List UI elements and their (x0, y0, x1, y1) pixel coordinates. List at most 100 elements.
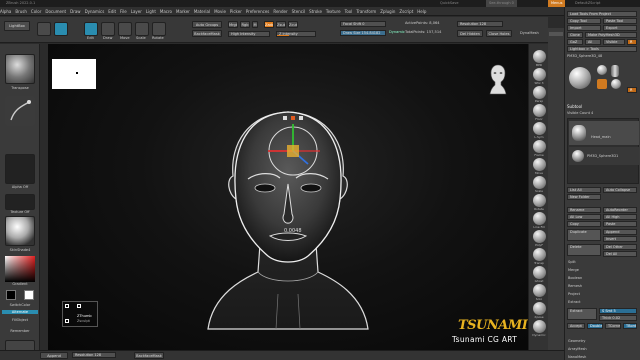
rgb-intensity-slider[interactable]: High Intensity (228, 31, 270, 37)
seethrough-slider[interactable]: See-through 0 (486, 0, 517, 7)
auto-groups-button[interactable]: Auto Groups (192, 21, 222, 28)
menu-material[interactable]: Material (194, 9, 210, 14)
shelf-floor-button[interactable] (533, 104, 546, 117)
m-button[interactable]: M (252, 21, 258, 28)
rgb-button[interactable]: Rgb (240, 21, 250, 28)
shelf-rotate-button[interactable] (533, 194, 546, 207)
menu-preferences[interactable]: Preferences (246, 9, 270, 14)
project-section[interactable]: Project (568, 292, 580, 296)
menus-toggle[interactable]: Menus (548, 0, 566, 7)
del-other-button[interactable]: Del Other (603, 244, 637, 250)
color-picker[interactable] (5, 256, 35, 282)
tborder-button[interactable]: TBorder (623, 323, 637, 329)
list-all-button[interactable]: List All (567, 187, 601, 193)
shelf-polyf-button[interactable] (533, 230, 546, 243)
menu-draw[interactable]: Draw (70, 9, 80, 14)
bottom-append-button[interactable]: Append (40, 352, 68, 359)
shelf-bpr-button[interactable] (533, 50, 546, 63)
menu-light[interactable]: Light (146, 9, 156, 14)
texture-slot[interactable] (5, 194, 35, 210)
shelf-solo-button[interactable] (533, 284, 546, 297)
zadd-button[interactable]: Zadd (264, 21, 274, 28)
dynamesh-toggle[interactable] (549, 32, 563, 36)
append-button[interactable]: Append (603, 229, 637, 235)
shelf-l-sym-button[interactable] (533, 122, 546, 135)
menu-zplugin[interactable]: Zplugin (380, 9, 395, 14)
menu-picker[interactable]: Picker (230, 9, 242, 14)
secondary-color-swatch[interactable] (24, 290, 34, 300)
menu-marker[interactable]: Marker (176, 9, 190, 14)
geometry-section[interactable]: Geometry (568, 339, 585, 343)
tool-thumb-simplebrush-icon[interactable] (597, 79, 607, 89)
menu-zscript[interactable]: Zscript (399, 9, 413, 14)
menu-edit[interactable]: Edit (108, 9, 116, 14)
brush-icon[interactable] (5, 96, 35, 126)
menu-macro[interactable]: Macro (160, 9, 172, 14)
navigator-thumbnail[interactable] (52, 59, 96, 89)
menu-render[interactable]: Render (273, 9, 287, 14)
export-button[interactable]: Export (603, 25, 637, 31)
bottom-resolution-slider[interactable]: Resolution 128 (72, 352, 116, 358)
copy-tool-button[interactable]: Copy Tool (567, 18, 601, 24)
shelf-ghost-button[interactable] (533, 266, 546, 279)
auto-reorder-button[interactable]: AutoReorder (603, 207, 637, 213)
copy-button[interactable]: Copy (567, 221, 601, 227)
mrgb-button[interactable]: Mrgb (228, 21, 238, 28)
menu-file[interactable]: File (120, 9, 127, 14)
make-polymesh-button[interactable]: Make PolyMesh3D (585, 32, 637, 38)
duplicate-button[interactable]: Duplicate (567, 229, 601, 241)
close-holes-button[interactable]: Close Holes (486, 30, 512, 37)
shelf-scale-button[interactable] (533, 176, 546, 189)
rotate-mode-icon[interactable] (152, 22, 166, 36)
menu-movie[interactable]: Movie (214, 9, 226, 14)
menu-color[interactable]: Color (31, 9, 41, 14)
switch-color-label[interactable]: SwitchColor (2, 303, 38, 307)
extract-section[interactable]: Extract (568, 300, 581, 304)
s-smt-slider[interactable]: S Smt 5 (599, 308, 637, 314)
clone-button[interactable]: Clone (567, 32, 583, 38)
edit-mode-icon[interactable] (84, 22, 98, 36)
shelf-line-fill-button[interactable] (533, 212, 546, 225)
auto-collapse-button[interactable]: Auto Collapse (603, 187, 637, 193)
accept-button[interactable]: Accept (567, 323, 585, 329)
focal-shift-slider[interactable]: Focal Shift 0 (340, 21, 386, 27)
subtool-row-2[interactable]: PM3D_Sphere3D1 (569, 147, 639, 165)
rename-button[interactable]: Rename (567, 207, 601, 213)
goz-button[interactable]: GoZ (567, 39, 583, 45)
alternate-button[interactable]: Alternate (2, 310, 38, 314)
subtool-title[interactable]: Subtool (567, 104, 582, 109)
alpha-slot[interactable] (5, 154, 35, 184)
menu-dynamics[interactable]: Dynamics (85, 9, 105, 14)
draw-mode-icon[interactable] (101, 22, 115, 36)
fill-object-label[interactable]: FillObject (2, 318, 38, 322)
menu-stroke[interactable]: Stroke (309, 9, 322, 14)
current-tool-sphere-icon[interactable] (569, 67, 591, 89)
paste-tool-button[interactable]: Paste Tool (603, 18, 637, 24)
del-hidden-button[interactable]: Del Hidden (457, 30, 483, 37)
projection-master-icon[interactable] (37, 22, 51, 36)
tool-thumb-cylinder-icon[interactable] (611, 65, 619, 77)
zsub-button[interactable]: Zsub (276, 21, 286, 28)
r-button-2[interactable]: R (627, 87, 637, 93)
quicksave-label[interactable]: QuickSave (440, 0, 459, 7)
scale-mode-icon[interactable] (135, 22, 149, 36)
nanomesh-section[interactable]: NanoMesh (568, 355, 586, 359)
shelf-persp-button[interactable] (533, 86, 546, 99)
shelf-dynamic-button[interactable] (533, 320, 546, 333)
boolean-section[interactable]: Boolean (568, 276, 582, 280)
load-tools-button[interactable]: Load Tools From Project (567, 11, 637, 17)
split-section[interactable]: Split (568, 260, 576, 264)
thick-slider[interactable]: Thick 0.02 (599, 315, 637, 321)
all-button[interactable]: All (585, 39, 601, 45)
menu-tool[interactable]: Tool (345, 9, 353, 14)
tool-thumb-sphere-icon[interactable] (597, 65, 607, 75)
dynamesh-label[interactable]: DynaMesh (520, 31, 539, 36)
shelf-xpose-button[interactable] (533, 302, 546, 315)
lightbox-tools-button[interactable]: Lightbox > Tools (567, 46, 637, 52)
default-zscript-label[interactable]: DefaultZScript (575, 0, 600, 7)
double-button[interactable]: Double (587, 323, 603, 329)
r-button[interactable]: R (627, 39, 637, 45)
canvas-viewport[interactable]: 0.0048 ZThumb Zsculpt TSUNAMI Tsunami CG… (48, 44, 528, 350)
menu-stencil[interactable]: Stencil (292, 9, 306, 14)
transpose-tool-icon[interactable] (5, 54, 35, 84)
